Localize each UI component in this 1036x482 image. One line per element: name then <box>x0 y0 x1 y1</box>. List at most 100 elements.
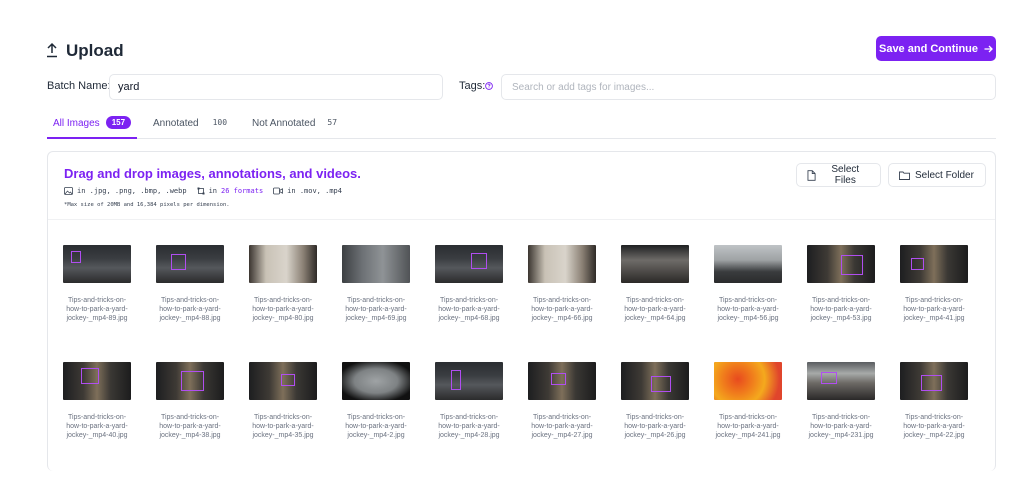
filename-line: Tips-and-tricks-on- <box>625 297 685 304</box>
filename-line: jockey-_mp4-41.jpg <box>903 315 965 322</box>
dropzone-header: Drag and drop images, annotations, and v… <box>48 152 995 220</box>
image-filename: Tips-and-tricks-on-how-to-park-a-yard-jo… <box>336 296 416 323</box>
filename-line: jockey-_mp4-22.jpg <box>903 432 965 439</box>
filename-line: how-to-park-a-yard- <box>531 306 593 313</box>
image-thumbnail-item[interactable]: Tips-and-tricks-on-how-to-park-a-yard-jo… <box>336 245 416 323</box>
annotation-box <box>181 371 204 391</box>
image-thumbnail-item[interactable]: Tips-and-tricks-on-how-to-park-a-yard-jo… <box>57 362 137 440</box>
batch-tags-row: Batch Name: Tags: <box>47 74 996 100</box>
tab-count: 100 <box>212 118 228 127</box>
image-thumbnail-item[interactable]: Tips-and-tricks-on-how-to-park-a-yard-jo… <box>150 245 230 323</box>
filename-line: Tips-and-tricks-on- <box>811 297 871 304</box>
annotation-formats-link[interactable]: 26 formats <box>221 187 263 195</box>
video-formats: in .mov, .mp4 <box>287 187 342 195</box>
image-thumbnail-item[interactable]: Tips-and-tricks-on-how-to-park-a-yard-jo… <box>801 362 881 440</box>
filename-line: jockey-_mp4-241.jpg <box>715 432 781 439</box>
image-thumbnail-item[interactable]: Tips-and-tricks-on-how-to-park-a-yard-jo… <box>243 362 323 440</box>
image-thumbnail[interactable] <box>435 245 503 283</box>
image-thumbnail-item[interactable]: Tips-and-tricks-on-how-to-park-a-yard-jo… <box>894 245 974 323</box>
image-thumbnail[interactable] <box>249 362 317 400</box>
image-thumbnail[interactable] <box>621 362 689 400</box>
image-thumbnail[interactable] <box>900 362 968 400</box>
image-thumbnail-item[interactable]: Tips-and-tricks-on-how-to-park-a-yard-jo… <box>150 362 230 440</box>
image-filename: Tips-and-tricks-on-how-to-park-a-yard-jo… <box>615 296 695 323</box>
image-thumbnail[interactable] <box>528 362 596 400</box>
filename-line: jockey-_mp4-80.jpg <box>252 315 314 322</box>
image-thumbnail[interactable] <box>63 245 131 283</box>
filename-line: how-to-park-a-yard- <box>903 423 965 430</box>
annotation-box <box>911 258 924 270</box>
image-thumbnail[interactable] <box>249 245 317 283</box>
tab-all-images[interactable]: All Images 157 <box>47 112 138 139</box>
select-files-button[interactable]: Select Files <box>796 163 881 187</box>
image-filename: Tips-and-tricks-on-how-to-park-a-yard-jo… <box>708 413 788 440</box>
image-thumbnail-item[interactable]: Tips-and-tricks-on-how-to-park-a-yard-jo… <box>336 362 416 440</box>
image-thumbnail-item[interactable]: Tips-and-tricks-on-how-to-park-a-yard-jo… <box>429 245 509 323</box>
image-thumbnail[interactable] <box>342 362 410 400</box>
image-thumbnail[interactable] <box>621 245 689 283</box>
tab-annotated[interactable]: Annotated 100 <box>153 112 227 139</box>
annotation-formats-prefix: in <box>208 187 218 195</box>
filename-line: how-to-park-a-yard- <box>624 423 686 430</box>
filename-line: Tips-and-tricks-on- <box>718 297 778 304</box>
image-filename: Tips-and-tricks-on-how-to-park-a-yard-jo… <box>801 413 881 440</box>
select-folder-button[interactable]: Select Folder <box>888 163 986 187</box>
upload-icon <box>47 42 57 58</box>
select-files-label: Select Files <box>831 164 860 186</box>
filename-line: jockey-_mp4-2.jpg <box>347 432 405 439</box>
image-formats: in .jpg, .png, .bmp, .webp <box>77 187 187 195</box>
filename-line: jockey-_mp4-28.jpg <box>438 432 500 439</box>
filename-line: jockey-_mp4-231.jpg <box>808 432 874 439</box>
image-thumbnail-item[interactable]: Tips-and-tricks-on-how-to-park-a-yard-jo… <box>894 362 974 440</box>
image-filename: Tips-and-tricks-on-how-to-park-a-yard-jo… <box>336 413 416 440</box>
filename-line: jockey-_mp4-35.jpg <box>252 432 314 439</box>
filename-line: Tips-and-tricks-on- <box>718 414 778 421</box>
filename-line: how-to-park-a-yard- <box>810 306 872 313</box>
filename-line: Tips-and-tricks-on- <box>439 297 499 304</box>
image-thumbnail-item[interactable]: Tips-and-tricks-on-how-to-park-a-yard-jo… <box>243 245 323 323</box>
image-thumbnail-item[interactable]: Tips-and-tricks-on-how-to-park-a-yard-jo… <box>801 245 881 323</box>
image-thumbnail-item[interactable]: Tips-and-tricks-on-how-to-park-a-yard-jo… <box>708 245 788 323</box>
tab-count: 57 <box>327 118 338 127</box>
image-thumbnail-item[interactable]: Tips-and-tricks-on-how-to-park-a-yard-jo… <box>522 245 602 323</box>
help-icon[interactable] <box>485 82 493 90</box>
image-thumbnail[interactable] <box>156 245 224 283</box>
tab-label: All Images <box>53 118 100 129</box>
image-thumbnail-item[interactable]: Tips-and-tricks-on-how-to-park-a-yard-jo… <box>522 362 602 440</box>
batch-name-input[interactable] <box>109 74 443 100</box>
filename-line: Tips-and-tricks-on- <box>346 297 406 304</box>
save-and-continue-button[interactable]: Save and Continue <box>876 36 996 61</box>
image-thumbnail-item[interactable]: Tips-and-tricks-on-how-to-park-a-yard-jo… <box>57 245 137 323</box>
image-thumbnail[interactable] <box>714 362 782 400</box>
image-thumbnail-item[interactable]: Tips-and-tricks-on-how-to-park-a-yard-jo… <box>708 362 788 440</box>
image-thumbnail-item[interactable]: Tips-and-tricks-on-how-to-park-a-yard-jo… <box>615 362 695 440</box>
tab-not-annotated[interactable]: Not Annotated 57 <box>252 112 337 139</box>
image-filename: Tips-and-tricks-on-how-to-park-a-yard-jo… <box>429 296 509 323</box>
filename-line: Tips-and-tricks-on- <box>253 297 313 304</box>
filename-line: how-to-park-a-yard- <box>717 423 779 430</box>
image-thumbnail[interactable] <box>435 362 503 400</box>
filename-line: Tips-and-tricks-on- <box>904 414 964 421</box>
save-button-label: Save and Continue <box>878 42 979 55</box>
image-thumbnail[interactable] <box>807 362 875 400</box>
dropzone-title: Drag and drop images, annotations, and v… <box>64 166 361 181</box>
filename-line: jockey-_mp4-66.jpg <box>531 315 593 322</box>
image-thumbnail-item[interactable]: Tips-and-tricks-on-how-to-park-a-yard-jo… <box>615 245 695 323</box>
image-thumbnail[interactable] <box>63 362 131 400</box>
image-thumbnail-item[interactable]: Tips-and-tricks-on-how-to-park-a-yard-jo… <box>429 362 509 440</box>
dropzone-panel[interactable]: Drag and drop images, annotations, and v… <box>47 151 996 471</box>
image-thumbnail[interactable] <box>156 362 224 400</box>
filename-line: how-to-park-a-yard- <box>531 423 593 430</box>
image-thumbnail[interactable] <box>342 245 410 283</box>
tags-label: Tags: <box>459 80 486 92</box>
annotation-box <box>281 374 295 386</box>
image-filename: Tips-and-tricks-on-how-to-park-a-yard-jo… <box>801 296 881 323</box>
tags-search-input[interactable] <box>501 74 996 100</box>
filename-line: Tips-and-tricks-on- <box>532 414 592 421</box>
image-thumbnail[interactable] <box>807 245 875 283</box>
filename-line: how-to-park-a-yard- <box>159 423 221 430</box>
image-thumbnail[interactable] <box>714 245 782 283</box>
image-thumbnail[interactable] <box>528 245 596 283</box>
filename-line: jockey-_mp4-56.jpg <box>717 315 779 322</box>
image-thumbnail[interactable] <box>900 245 968 283</box>
